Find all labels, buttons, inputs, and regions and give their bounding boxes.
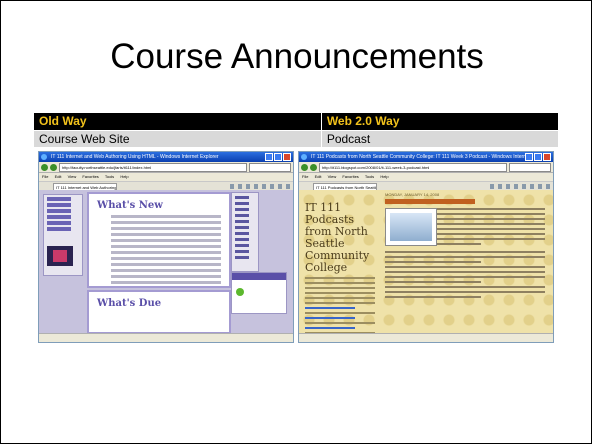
post-date: MONDAY, JANUARY 14, 2008	[385, 192, 440, 197]
ie-window-icon	[301, 154, 307, 160]
course-website-screenshot: IT 111 Internet and Web Authoring Using …	[38, 151, 294, 343]
whats-new-panel: What's New	[87, 192, 231, 288]
search-field	[509, 162, 551, 172]
window-controls	[265, 153, 291, 161]
whats-due-panel: What's Due	[87, 290, 231, 334]
forward-icon	[310, 163, 317, 171]
table-row: Course Web Site Podcast	[34, 129, 558, 147]
menu-favorites: Favorites	[342, 174, 359, 179]
toolbar-icons	[230, 184, 290, 189]
ie-window-icon	[41, 154, 47, 160]
post-screenshot-image	[385, 208, 437, 246]
weeks-list	[231, 192, 259, 272]
address-bar: http://faculty.northseattle.edu/jfaris/i…	[39, 162, 293, 173]
menu-file: File	[302, 174, 309, 179]
menu-tools: Tools	[104, 174, 115, 179]
blog-title: IT 111 Podcasts from North Seattle Commu…	[305, 201, 370, 274]
forward-icon	[50, 163, 57, 171]
slide: Course Announcements Old Way Web 2.0 Way…	[0, 0, 592, 444]
back-icon	[301, 163, 308, 171]
comparison-table: Old Way Web 2.0 Way Course Web Site Podc…	[34, 113, 558, 147]
maximize-icon	[274, 153, 282, 161]
feed-icon	[236, 288, 244, 296]
page-content: What's New What's Due	[39, 190, 293, 334]
college-logo	[47, 246, 73, 266]
menu-bar: File Edit View Favorites Tools Help	[39, 173, 293, 182]
podcast-screenshot: IT 111 Podcasts from North Seattle Commu…	[298, 151, 554, 343]
window-title: IT 111 Podcasts from North Seattle Commu…	[311, 154, 531, 160]
menu-help: Help	[120, 174, 129, 179]
blog-post: MONDAY, JANUARY 14, 2008	[385, 192, 545, 332]
window-titlebar: IT 111 Podcasts from North Seattle Commu…	[299, 152, 553, 162]
header-old-way: Old Way	[34, 113, 322, 130]
blog-sidebar	[305, 274, 375, 337]
menu-favorites: Favorites	[82, 174, 99, 179]
menu-tools: Tools	[364, 174, 375, 179]
slide-title: Course Announcements	[110, 37, 484, 76]
menu-edit: Edit	[54, 174, 62, 179]
whats-due-heading: What's Due	[97, 298, 162, 309]
url-field: http://faculty.northseattle.edu/jfaris/i…	[59, 162, 247, 172]
back-icon	[41, 163, 48, 171]
window-controls	[525, 153, 551, 161]
window-titlebar: IT 111 Internet and Web Authoring Using …	[39, 152, 293, 162]
menu-file: File	[42, 174, 49, 179]
page-content: IT 111 Podcasts from North Seattle Commu…	[299, 190, 553, 334]
menu-help: Help	[380, 174, 389, 179]
menu-edit: Edit	[314, 174, 322, 179]
minimize-icon	[265, 153, 273, 161]
status-bar	[299, 333, 553, 342]
minimize-icon	[525, 153, 533, 161]
address-bar: http://it111.blogspot.com/2008/01/it-111…	[299, 162, 553, 173]
toolbar-icons	[490, 184, 550, 189]
menu-view: View	[327, 174, 337, 179]
table-header-row: Old Way Web 2.0 Way	[34, 113, 558, 130]
menu-bar: File Edit View Favorites Tools Help	[299, 173, 553, 182]
search-field	[249, 162, 291, 172]
menu-view: View	[67, 174, 77, 179]
url-field: http://it111.blogspot.com/2008/01/it-111…	[319, 162, 507, 172]
close-icon	[543, 153, 551, 161]
window-title: IT 111 Internet and Web Authoring Using …	[51, 154, 219, 160]
maximize-icon	[534, 153, 542, 161]
post-heading	[385, 199, 475, 204]
header-web20-way: Web 2.0 Way	[321, 113, 558, 130]
cell-podcast: Podcast	[321, 129, 558, 147]
whats-new-heading: What's New	[97, 200, 163, 211]
close-icon	[283, 153, 291, 161]
feed-box	[231, 272, 287, 314]
status-bar	[39, 333, 293, 342]
cell-course-web-site: Course Web Site	[34, 129, 322, 147]
